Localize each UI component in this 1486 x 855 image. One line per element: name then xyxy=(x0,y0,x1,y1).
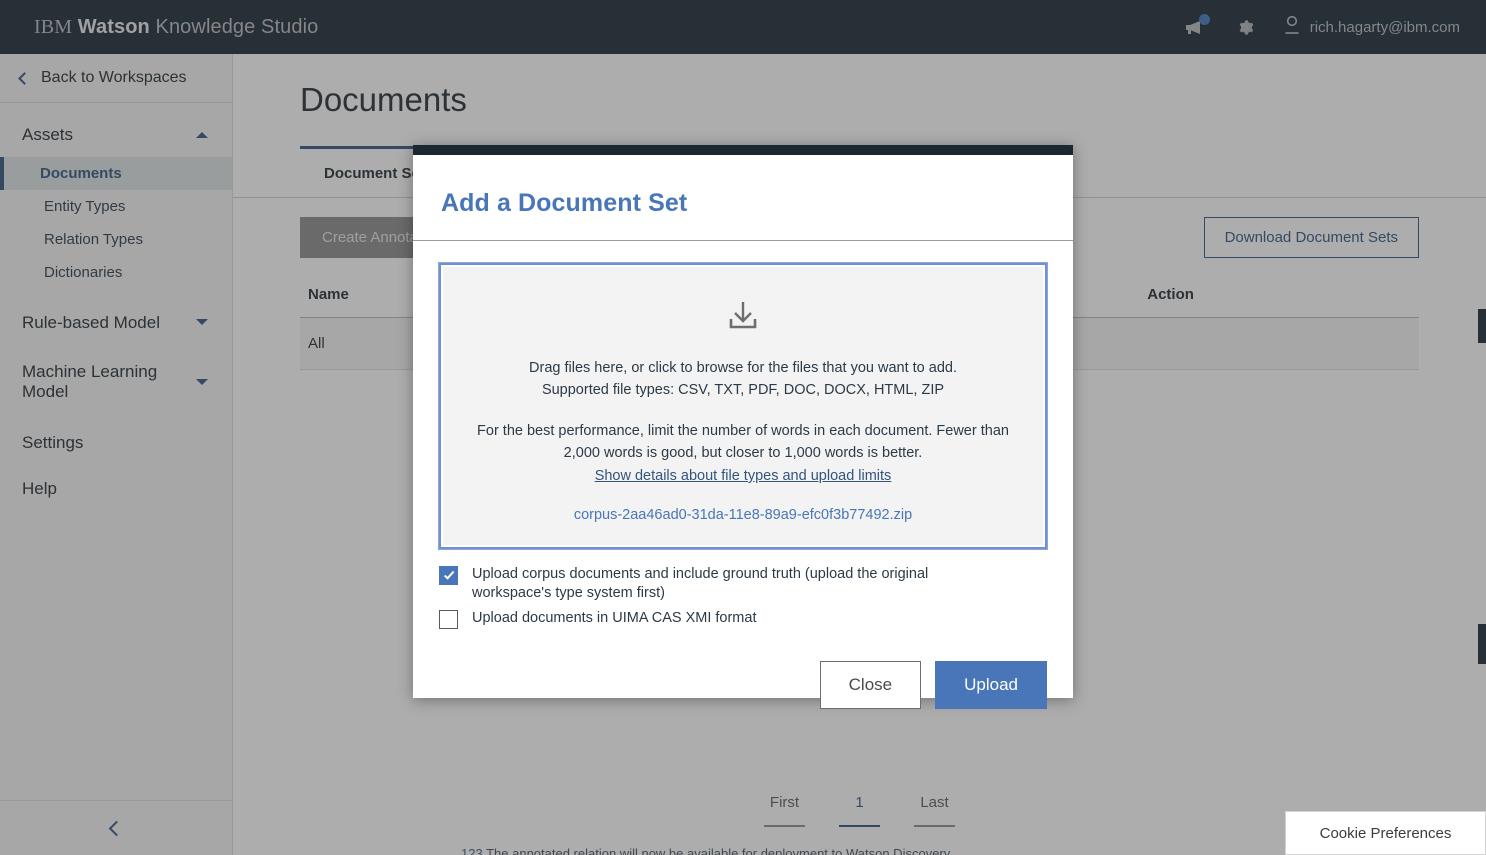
checkbox-include-ground-truth[interactable] xyxy=(439,565,458,585)
dialog-accent-bar xyxy=(413,145,1073,155)
file-dropzone[interactable]: Drag files here, or click to browse for … xyxy=(439,263,1047,549)
upload-button[interactable]: Upload xyxy=(935,660,1047,709)
close-button[interactable]: Close xyxy=(819,660,922,709)
checkbox-uima-cas-xmi[interactable] xyxy=(439,609,458,629)
check-icon xyxy=(443,569,455,581)
selected-file-name[interactable]: corpus-2aa46ad0-31da-11e8-89a9-efc0f3b77… xyxy=(459,507,1027,523)
file-types-details-link[interactable]: Show details about file types and upload… xyxy=(595,468,892,484)
application-root: IBM Watson Knowledge Studio rich.hagarty… xyxy=(0,0,1486,855)
dialog-title: Add a Document Set xyxy=(441,189,688,217)
checkbox-uima-cas-xmi-label: Upload documents in UIMA CAS XMI format xyxy=(472,609,757,626)
add-document-set-dialog: Add a Document Set Drag files here, or c… xyxy=(413,145,1073,709)
cookie-preferences-label: Cookie Preferences xyxy=(1319,824,1452,842)
dropzone-line-2: Supported file types: CSV, TXT, PDF, DOC… xyxy=(541,382,945,399)
option-uima-cas-xmi[interactable]: Upload documents in UIMA CAS XMI format xyxy=(439,609,1047,629)
checkbox-include-ground-truth-label: Upload corpus documents and include grou… xyxy=(472,565,929,601)
dialog-footer: Close Upload xyxy=(413,635,1073,737)
download-tray-icon xyxy=(724,297,762,335)
dropzone-line-3: For the best performance, limit the numb… xyxy=(477,422,1009,462)
dropzone-line-1: Drag files here, or click to browse for … xyxy=(529,360,957,376)
cookie-preferences-button[interactable]: Cookie Preferences xyxy=(1285,811,1486,855)
dialog-body: Drag files here, or click to browse for … xyxy=(413,241,1073,549)
dialog-options: Upload corpus documents and include grou… xyxy=(413,549,1073,635)
dialog-header: Add a Document Set xyxy=(413,155,1073,241)
option-ground-truth[interactable]: Upload corpus documents and include grou… xyxy=(439,565,1047,603)
